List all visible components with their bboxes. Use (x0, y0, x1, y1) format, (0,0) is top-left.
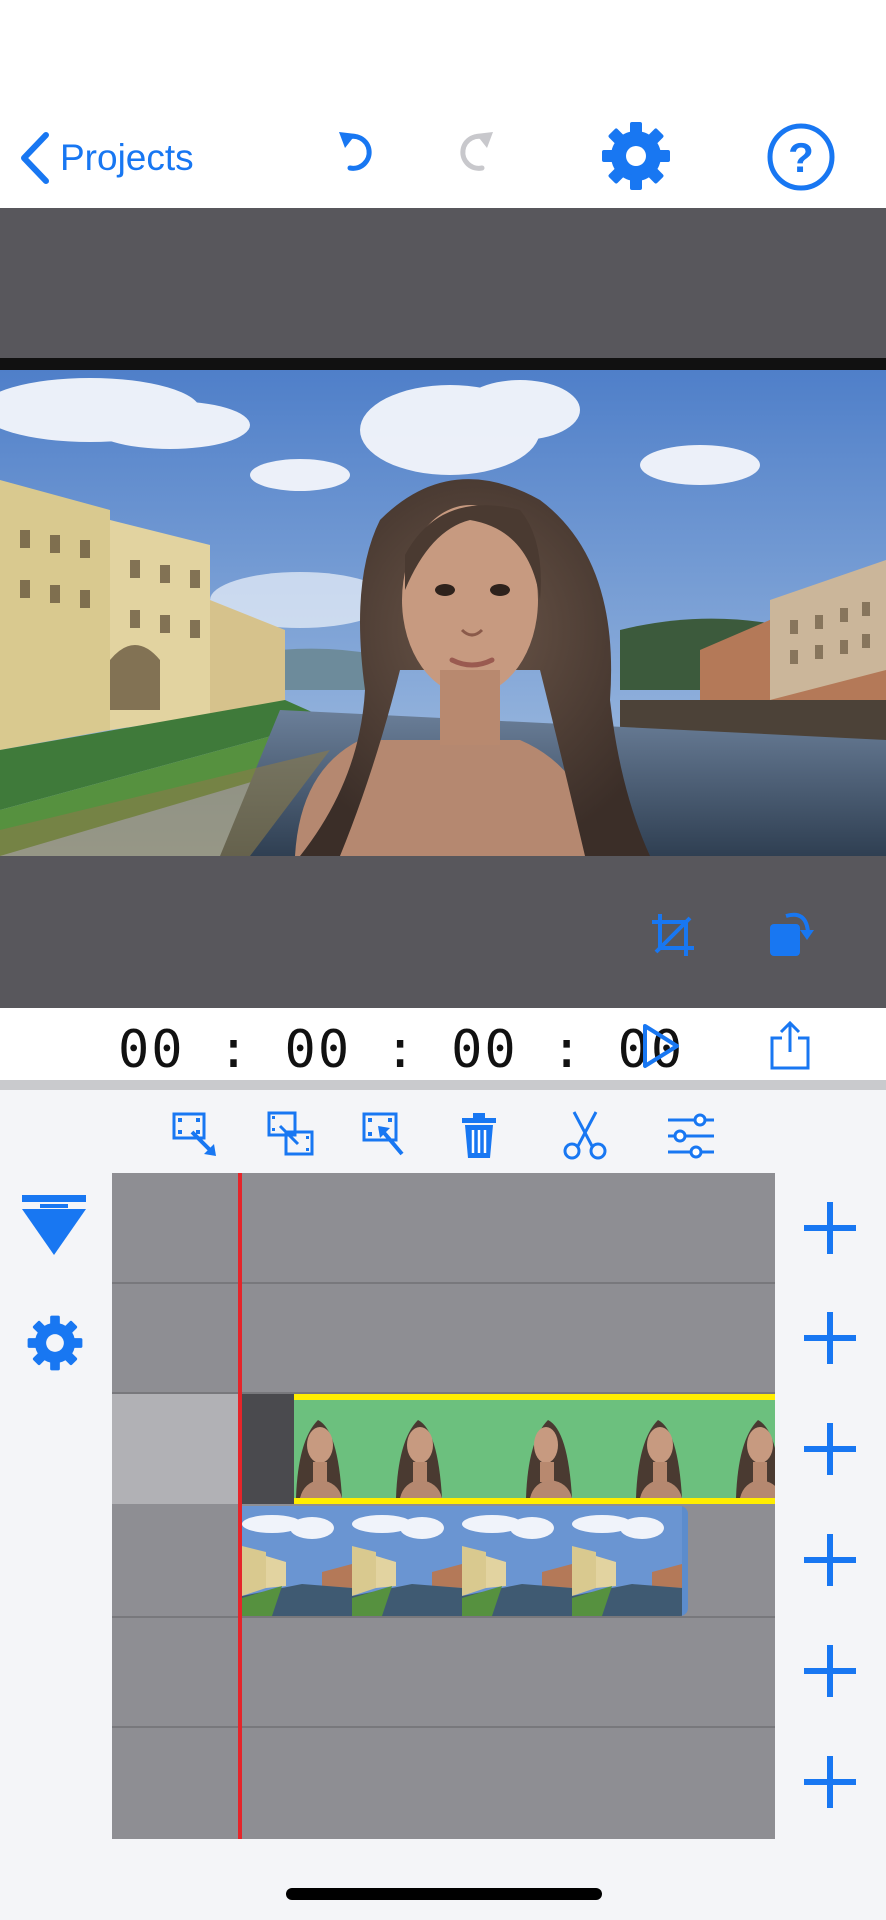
clip-select-icon[interactable] (360, 1110, 410, 1160)
play-icon[interactable] (640, 1023, 680, 1069)
background-clip-thumbnails (242, 1506, 682, 1616)
track-divider (112, 1616, 775, 1618)
share-icon[interactable] (768, 1020, 812, 1072)
clip-duplicate-icon[interactable] (266, 1110, 316, 1160)
gear-icon[interactable] (26, 1314, 84, 1372)
help-icon[interactable]: ? (766, 122, 836, 192)
svg-text:?: ? (788, 134, 814, 181)
playback-bar: 00 : 00 : 00 : 00 (0, 1008, 886, 1080)
clip-gap (242, 1394, 294, 1504)
section-divider (0, 1080, 886, 1090)
add-track-button-2[interactable] (800, 1308, 860, 1368)
preview-edge (0, 358, 886, 370)
preview-top-letterbox (0, 208, 886, 358)
rotate-icon[interactable] (766, 906, 816, 960)
redo-icon[interactable] (454, 128, 496, 178)
back-to-projects-button[interactable]: Projects (18, 128, 194, 188)
top-navigation-bar: Projects ? (0, 0, 886, 208)
timeline-tracks[interactable] (112, 1173, 775, 1839)
timecode-display: 00 : 00 : 00 : 00 (118, 1020, 685, 1080)
add-track-button-1[interactable] (800, 1198, 860, 1258)
add-track-button-6[interactable] (800, 1752, 860, 1812)
video-preview-image (0, 370, 886, 856)
add-track-button-3[interactable] (800, 1419, 860, 1479)
collapse-icon[interactable] (20, 1195, 88, 1257)
track-divider (112, 1726, 775, 1728)
playhead[interactable] (238, 1173, 242, 1839)
selected-track-header (112, 1394, 242, 1504)
sliders-icon[interactable] (666, 1110, 716, 1160)
clip-trim-icon[interactable] (170, 1110, 220, 1160)
preview-bottom-letterbox (0, 856, 886, 1008)
chevron-left-icon (21, 132, 49, 184)
background-clip[interactable] (242, 1506, 688, 1616)
crop-icon[interactable] (650, 912, 696, 958)
back-label: Projects (60, 137, 194, 178)
greenscreen-clip[interactable] (294, 1394, 775, 1504)
greenscreen-clip-thumbnails (294, 1400, 775, 1498)
video-preview[interactable] (0, 370, 886, 856)
scissors-icon[interactable] (560, 1110, 610, 1160)
gear-icon[interactable] (600, 120, 672, 192)
undo-icon[interactable] (336, 128, 378, 178)
add-track-button-5[interactable] (800, 1641, 860, 1701)
add-track-button-4[interactable] (800, 1530, 860, 1590)
trash-icon[interactable] (454, 1110, 504, 1160)
track-divider (112, 1282, 775, 1284)
home-indicator[interactable] (286, 1888, 602, 1900)
